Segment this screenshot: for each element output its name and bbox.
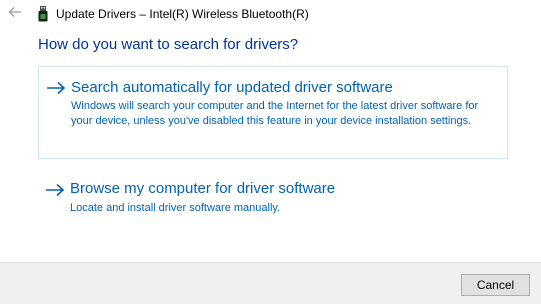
option-description: Windows will search your computer and th…: [71, 100, 479, 127]
back-arrow-icon: [8, 7, 21, 17]
page-heading: How do you want to search for drivers?: [38, 36, 299, 53]
arrow-right-icon: [47, 81, 66, 95]
dialog-footer: Cancel: [0, 262, 541, 304]
option-title: Browse my computer for driver software: [70, 180, 336, 197]
title-bar: Update Drivers – Intel(R) Wireless Bluet…: [0, 0, 541, 30]
cancel-button[interactable]: Cancel: [461, 274, 530, 296]
search-automatically-option[interactable]: Search automatically for updated driver …: [38, 66, 508, 159]
back-button[interactable]: [6, 6, 24, 22]
window-title: Update Drivers – Intel(R) Wireless Bluet…: [56, 7, 309, 21]
usb-device-icon: [38, 6, 48, 22]
browse-computer-option[interactable]: Browse my computer for driver software L…: [38, 176, 508, 224]
arrow-right-icon: [46, 183, 65, 197]
option-description: Locate and install driver software manua…: [70, 202, 281, 214]
option-title: Search automatically for updated driver …: [71, 79, 393, 96]
